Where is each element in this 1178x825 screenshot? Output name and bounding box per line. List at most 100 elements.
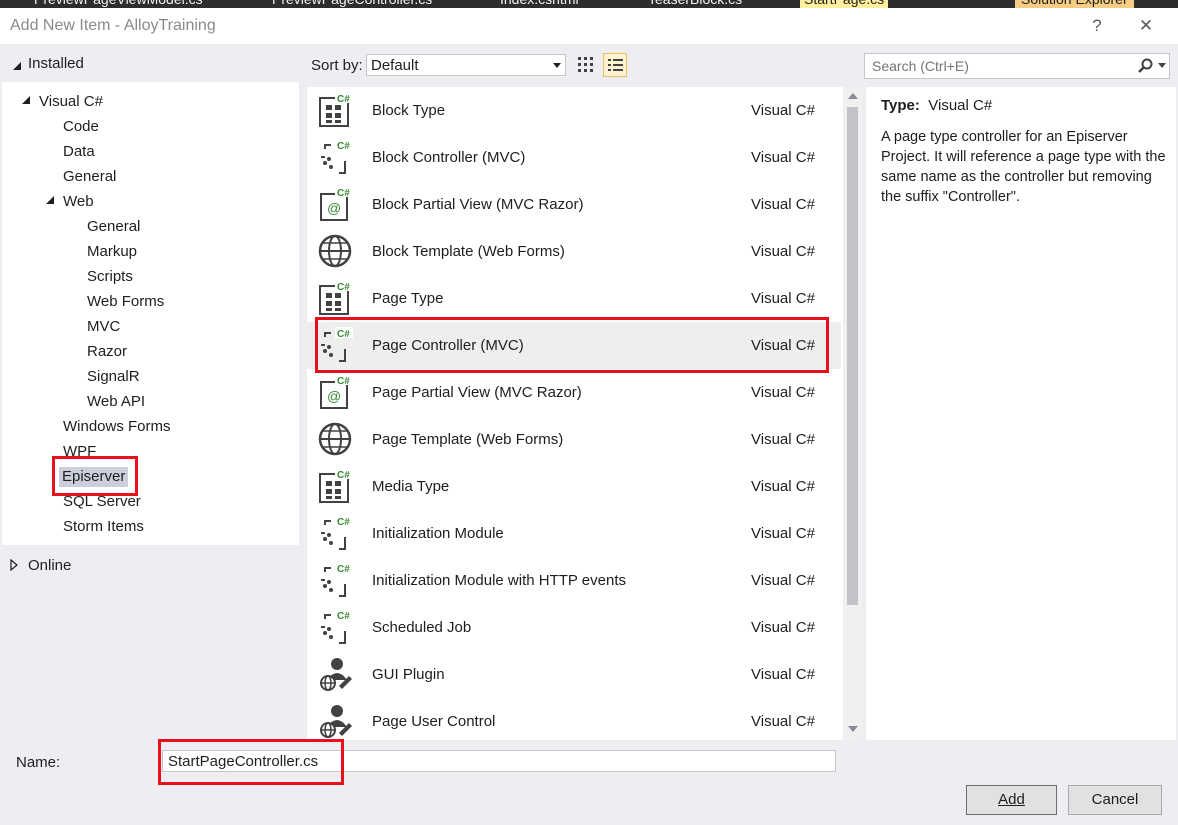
tree-item-storm-items[interactable]: Storm Items [63,518,144,536]
sort-by-label: Sort by: [311,57,363,74]
dialog-title: Add New Item - AlloyTraining [10,17,216,34]
chevron-right-icon[interactable] [10,559,18,571]
template-item-language: Visual C# [751,525,815,542]
search-icon[interactable] [1137,58,1153,74]
chevron-down-icon[interactable] [1158,63,1166,69]
cancel-button[interactable]: Cancel [1068,785,1162,815]
template-item-language: Visual C# [751,243,815,260]
template-item[interactable]: C# Block Type Visual C# [307,87,841,134]
search-box[interactable] [864,53,1170,79]
cs-razor-icon: @ C# [317,374,353,410]
chevron-down-icon[interactable] [45,195,55,205]
close-button[interactable]: ✕ [1134,14,1158,38]
template-item-language: Visual C# [751,149,815,166]
tree-item-data[interactable]: Data [63,143,95,161]
episerver-highlight [52,456,138,496]
scroll-down-icon[interactable] [848,726,858,732]
scroll-up-icon[interactable] [848,93,858,99]
tree-item-windows-forms[interactable]: Windows Forms [63,418,171,436]
tree-item-mvc[interactable]: MVC [87,318,120,336]
bg-tab[interactable]: TeaserBlock.cs [648,0,742,8]
grid-view-button[interactable] [574,53,598,77]
list-view-icon [608,59,623,71]
online-header[interactable]: Online [28,557,71,574]
tree-item-web-forms[interactable]: Web Forms [87,293,164,311]
scrollbar-thumb[interactable] [847,107,858,605]
chevron-down-icon[interactable] [21,95,31,105]
template-item-name: Page Template (Web Forms) [372,431,564,448]
template-tree: Visual C# Code Data General Web General … [2,82,299,545]
globe-icon [317,421,353,457]
cs-grid-icon: C# [317,280,353,316]
template-item[interactable]: C# Initialization Module Visual C# [307,510,841,557]
template-item[interactable]: C# Initialization Module with HTTP events… [307,557,841,604]
bg-tab[interactable]: PreviewPageViewModel.cs [34,0,203,8]
svg-text:C#: C# [337,94,350,105]
template-item[interactable]: C# Media Type Visual C# [307,463,841,510]
template-item-name: Block Template (Web Forms) [372,243,565,260]
template-item[interactable]: GUI Plugin Visual C# [307,651,841,698]
tree-item-signalr[interactable]: SignalR [87,368,140,386]
template-item[interactable]: C# Page Type Visual C# [307,275,841,322]
name-label: Name: [16,754,61,771]
name-highlight [158,739,344,785]
svg-text:@: @ [327,388,341,404]
add-button[interactable]: Add [966,785,1057,815]
tree-item-scripts[interactable]: Scripts [87,268,133,286]
template-item-name: Media Type [372,478,450,495]
add-button-label: Add [998,791,1025,808]
svg-text:C#: C# [337,282,350,293]
tree-item-visual-csharp[interactable]: Visual C# [39,93,103,111]
template-item-language: Visual C# [751,384,815,401]
cs-controller-icon: C# [317,609,353,645]
template-item-name: Block Partial View (MVC Razor) [372,196,584,213]
list-view-button[interactable] [603,53,627,77]
installed-header[interactable]: Installed [28,55,84,72]
chevron-down-icon [553,63,561,68]
template-item-language: Visual C# [751,572,815,589]
template-item-language: Visual C# [751,478,815,495]
template-item-language: Visual C# [751,713,815,730]
template-item-name: Page User Control [372,713,496,730]
template-item[interactable]: C# Block Controller (MVC) Visual C# [307,134,841,181]
template-item[interactable]: C# Scheduled Job Visual C# [307,604,841,651]
tree-item-markup[interactable]: Markup [87,243,137,261]
bg-tab[interactable]: Index.cshtml [500,0,579,8]
template-item-language: Visual C# [751,619,815,636]
templates-scrollbar[interactable] [844,87,862,740]
template-item[interactable]: Page User Control Visual C# [307,698,841,740]
svg-text:@: @ [327,200,341,216]
help-button[interactable]: ? [1085,14,1109,38]
background-tab-strip: PreviewPageViewModel.cs PreviewPageContr… [0,0,1178,8]
template-item-language: Visual C# [751,666,815,683]
installed-expander[interactable] [12,58,22,75]
template-item-name: Page Partial View (MVC Razor) [372,384,582,401]
tree-item-razor[interactable]: Razor [87,343,127,361]
template-item[interactable]: @ C# Block Partial View (MVC Razor) Visual … [307,181,841,228]
tree-item-general[interactable]: General [63,168,116,186]
template-item-name: Scheduled Job [372,619,472,636]
templates-list: C# Block Type Visual C# C# Block Controller … [307,87,843,740]
tree-item-web-api[interactable]: Web API [87,393,145,411]
tree-item-web[interactable]: Web [63,193,94,211]
type-label: Type: [881,97,920,114]
template-item[interactable]: Page Template (Web Forms) Visual C# [307,416,841,463]
template-item-name: Initialization Module [372,525,504,542]
search-input[interactable] [870,57,1124,75]
tree-item-code[interactable]: Code [63,118,99,136]
bg-tab[interactable]: PreviewPageController.cs [272,0,432,8]
template-item-name: Block Type [372,102,446,119]
sort-by-dropdown[interactable]: Default [366,54,566,76]
svg-text:C#: C# [337,611,350,622]
template-item[interactable]: Block Template (Web Forms) Visual C# [307,228,841,275]
svg-text:C#: C# [337,141,350,152]
template-item[interactable]: @ C# Page Partial View (MVC Razor) Visual C… [307,369,841,416]
cs-grid-icon: C# [317,92,353,128]
bg-tab-active[interactable]: StartPage.cs [800,0,889,8]
item-description: A page type controller for an Episerver … [881,129,1166,205]
tree-item-web-general[interactable]: General [87,218,140,236]
dialog-title-bar: Add New Item - AlloyTraining ? ✕ [0,8,1178,44]
bg-tab-solution-explorer[interactable]: Solution Explorer [1015,0,1134,8]
svg-text:C#: C# [337,564,350,575]
grid-view-icon [578,57,593,72]
